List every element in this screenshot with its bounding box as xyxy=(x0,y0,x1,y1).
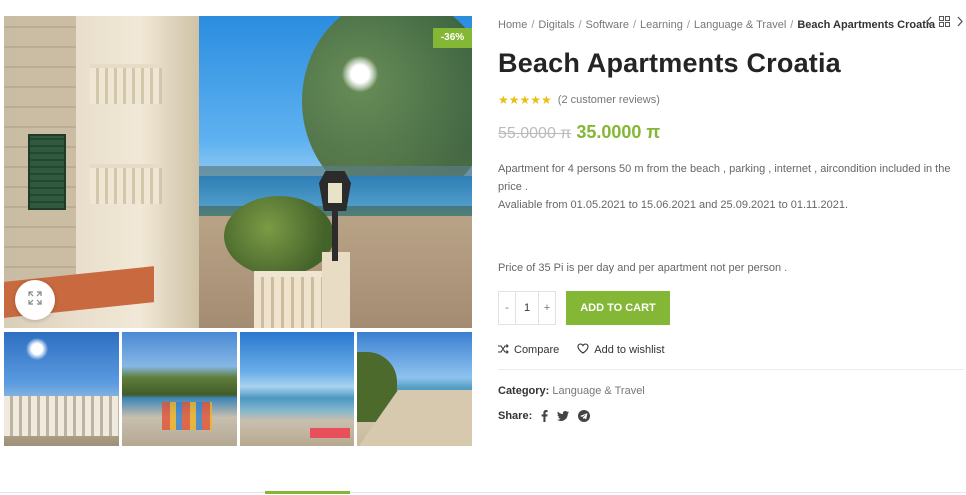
price-note: Price of 35 Pi is per day and per apartm… xyxy=(498,262,788,274)
garden-shrubs xyxy=(224,196,334,276)
breadcrumb-current: Beach Apartments Croatia xyxy=(797,19,936,31)
description-line: Apartment for 4 persons 50 m from the be… xyxy=(498,163,951,193)
tabs-divider xyxy=(0,492,966,493)
old-price: 55.0000 π xyxy=(498,125,572,142)
product-category: Category: Language & Travel xyxy=(498,385,964,397)
chevron-right-icon[interactable] xyxy=(956,16,964,30)
heart-icon xyxy=(577,343,589,357)
garden-lamp xyxy=(319,171,351,211)
thumbnail-3[interactable] xyxy=(239,332,355,446)
balcony-railing xyxy=(90,164,162,204)
product-actions: Compare Add to wishlist xyxy=(498,343,964,357)
compare-button[interactable]: Compare xyxy=(498,343,560,357)
breadcrumb-learning[interactable]: Learning xyxy=(640,19,683,31)
product-summary: Home / Digitals / Software / Learning / Lang… xyxy=(498,16,964,422)
quantity-plus-button[interactable]: + xyxy=(539,292,555,324)
breadcrumb: Home / Digitals / Software / Learning / Lang… xyxy=(498,16,964,34)
compare-label: Compare xyxy=(514,344,560,356)
chevron-left-icon[interactable] xyxy=(925,16,933,30)
breadcrumb-digitals[interactable]: Digitals xyxy=(538,19,574,31)
telegram-icon[interactable] xyxy=(578,410,591,422)
breadcrumb-home[interactable]: Home xyxy=(498,19,527,31)
star-rating: ★★★★★ xyxy=(498,93,552,107)
thumbnail-1[interactable] xyxy=(4,332,119,446)
short-description: Apartment for 4 persons 50 m from the be… xyxy=(498,160,964,214)
breadcrumb-software[interactable]: Software xyxy=(586,19,629,31)
breadcrumb-separator: / xyxy=(790,19,794,31)
quantity-input[interactable]: 1 xyxy=(515,292,539,324)
thumbnail-2[interactable] xyxy=(121,332,237,446)
price: 55.0000 π 35.0000 π xyxy=(498,122,964,143)
sun xyxy=(342,56,378,92)
quantity-minus-button[interactable]: - xyxy=(499,292,515,324)
wishlist-button[interactable]: Add to wishlist xyxy=(577,343,665,357)
quantity-stepper: - 1 + xyxy=(498,291,556,325)
category-label: Category: xyxy=(498,385,550,397)
stone-pillar xyxy=(322,252,350,328)
share-links: Share: xyxy=(498,410,964,422)
wishlist-label: Add to wishlist xyxy=(594,344,665,356)
breadcrumb-separator: / xyxy=(686,19,690,31)
breadcrumb-separator: / xyxy=(578,19,582,31)
add-to-cart-form: - 1 + ADD TO CART xyxy=(498,291,964,325)
divider xyxy=(498,369,964,370)
breadcrumb-separator: / xyxy=(531,19,535,31)
description-line: Avaliable from 01.05.2021 to 15.06.2021 … xyxy=(498,199,849,211)
thumbnail-strip xyxy=(4,332,472,446)
twitter-icon[interactable] xyxy=(557,411,570,421)
discount-badge: -36% xyxy=(433,28,472,48)
category-link[interactable]: Language & Travel xyxy=(552,385,644,397)
facebook-icon[interactable] xyxy=(541,410,548,422)
active-tab-indicator xyxy=(265,491,350,494)
green-shutter xyxy=(28,134,66,210)
product-navigation xyxy=(925,16,964,30)
product-rating: ★★★★★ (2 customer reviews) xyxy=(498,93,964,107)
breadcrumb-separator: / xyxy=(632,19,637,31)
balcony-railing xyxy=(90,64,162,104)
product-title: Beach Apartments Croatia xyxy=(498,48,841,78)
expand-icon xyxy=(28,290,42,310)
breadcrumb-language-travel[interactable]: Language & Travel xyxy=(694,19,786,31)
reviews-link[interactable]: (2 customer reviews) xyxy=(558,94,660,106)
zoom-button[interactable] xyxy=(15,280,55,320)
share-label: Share: xyxy=(498,410,533,422)
add-to-cart-button[interactable]: ADD TO CART xyxy=(566,291,670,325)
thumbnail-4[interactable] xyxy=(357,332,472,446)
grid-icon[interactable] xyxy=(939,16,950,30)
sale-price: 35.0000 π xyxy=(576,122,661,142)
main-product-image[interactable] xyxy=(4,16,472,328)
shuffle-icon xyxy=(498,343,509,357)
